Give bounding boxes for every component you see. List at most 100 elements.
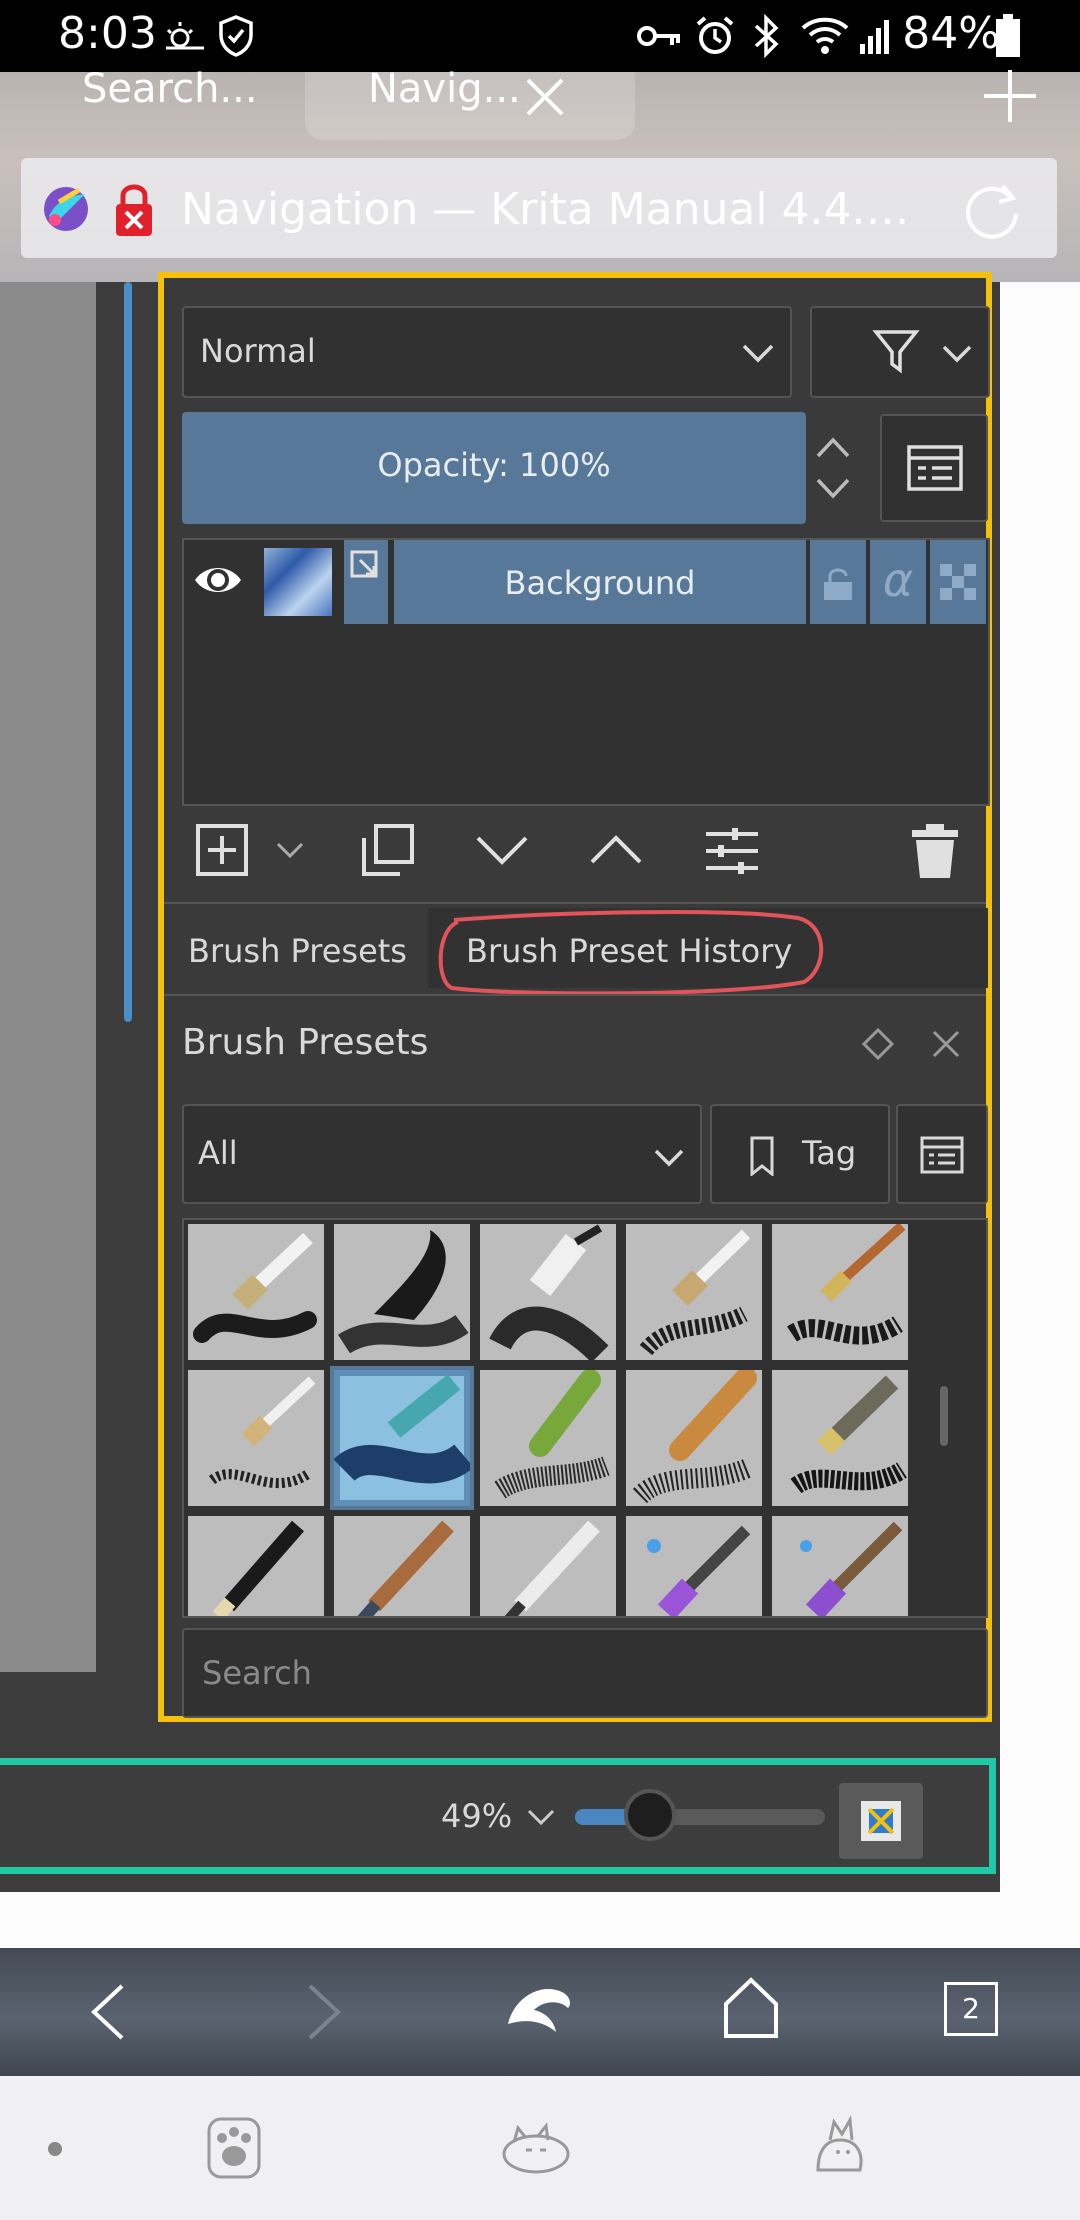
- reload-icon[interactable]: [959, 176, 1025, 246]
- chevron-down-icon[interactable]: [525, 1805, 557, 1835]
- brush-preset-thumb[interactable]: [480, 1370, 616, 1506]
- dolphin-menu-icon[interactable]: [504, 1978, 574, 2042]
- tag-filter-value: All: [198, 1134, 238, 1172]
- forward-icon[interactable]: [304, 1982, 344, 2046]
- tab-search[interactable]: Search...: [82, 66, 258, 112]
- brush-preset-thumb[interactable]: [188, 1370, 324, 1506]
- status-time: 8:03: [58, 8, 157, 59]
- add-layer-icon[interactable]: [194, 822, 250, 882]
- browser-tab-strip: Search... Navig... Navigation — Krita Ma…: [0, 66, 1080, 282]
- signal-icon: [858, 12, 894, 60]
- insecure-lock-icon[interactable]: [111, 180, 157, 242]
- opacity-label: Opacity: 100%: [377, 446, 611, 484]
- key-icon: [636, 12, 684, 60]
- lock-icon[interactable]: [810, 540, 866, 624]
- shield-icon: [216, 12, 256, 60]
- layer-link-icon: [344, 540, 388, 624]
- brush-presets-title: Brush Presets: [182, 1022, 429, 1063]
- paw-app-icon[interactable]: [206, 2116, 262, 2184]
- scroll-indicator: [124, 282, 132, 1022]
- canvas-only-button[interactable]: [839, 1783, 923, 1859]
- sleeping-cat-app-icon[interactable]: [500, 2116, 572, 2180]
- home-icon[interactable]: [722, 1976, 780, 2044]
- brush-preset-thumb[interactable]: [626, 1224, 762, 1360]
- alarm-icon: [694, 12, 736, 60]
- canvas-icon: [861, 1801, 901, 1841]
- float-docker-icon[interactable]: [858, 1024, 898, 1068]
- duplicate-layer-icon[interactable]: [360, 822, 416, 882]
- status-bar: 8:03 84%: [0, 0, 1080, 72]
- divider: [164, 994, 986, 996]
- layer-properties-button[interactable]: [880, 414, 988, 522]
- page-indicator-dot: [48, 2142, 62, 2156]
- opacity-slider[interactable]: Opacity: 100%: [182, 412, 806, 524]
- tab-count-button[interactable]: 2: [944, 1982, 998, 2036]
- chevron-down-icon: [652, 1142, 686, 1180]
- brush-preset-thumb[interactable]: [480, 1224, 616, 1360]
- layer-filter-button[interactable]: [810, 306, 990, 398]
- move-layer-down-icon[interactable]: [474, 830, 530, 874]
- visibility-eye-icon[interactable]: [192, 554, 244, 610]
- list-view-icon: [920, 1136, 964, 1178]
- close-tab-icon[interactable]: [520, 72, 570, 126]
- opacity-spin-icon[interactable]: [812, 426, 854, 514]
- layer-row-background[interactable]: Background α: [184, 540, 988, 624]
- brush-preset-thumb[interactable]: [626, 1370, 762, 1506]
- new-tab-icon[interactable]: [980, 66, 1040, 130]
- bookmark-icon: [748, 1136, 776, 1180]
- back-icon[interactable]: [88, 1982, 128, 2046]
- playful-cat-app-icon[interactable]: [808, 2112, 870, 2182]
- zoom-slider[interactable]: [575, 1789, 825, 1841]
- tab-navigation-label: Navig...: [368, 66, 521, 112]
- wifi-icon: [800, 12, 850, 60]
- red-annotation-ellipse: [438, 910, 824, 996]
- weather-icon: [162, 12, 208, 60]
- preset-view-options-button[interactable]: [896, 1104, 988, 1204]
- brush-preset-thumb[interactable]: [188, 1224, 324, 1360]
- page-title: Navigation — Krita Manual 4.4.0 ...: [181, 184, 921, 235]
- move-layer-up-icon[interactable]: [588, 830, 644, 874]
- chevron-down-icon: [940, 338, 974, 376]
- layers-and-presets-docker: Normal Opacity: 100% Background α Brush …: [158, 272, 992, 1722]
- brush-preset-thumb[interactable]: [188, 1516, 324, 1616]
- bluetooth-icon: [750, 12, 782, 60]
- battery-percent: 84%: [902, 8, 1000, 59]
- canvas-area: [0, 282, 96, 1672]
- status-bar-zoom: 49%: [0, 1758, 996, 1874]
- brush-preset-thumb-selected[interactable]: [330, 1366, 474, 1510]
- properties-list-icon: [906, 444, 964, 496]
- zoom-level[interactable]: 49%: [441, 1797, 512, 1835]
- chevron-down-icon[interactable]: [274, 838, 306, 866]
- brush-preset-thumb[interactable]: [772, 1516, 908, 1616]
- app-dock: [0, 2076, 1080, 2220]
- layer-name: Background: [504, 564, 696, 602]
- brush-preset-thumb[interactable]: [334, 1516, 470, 1616]
- brush-preset-thumb[interactable]: [334, 1224, 470, 1360]
- search-placeholder: Search: [202, 1654, 312, 1692]
- brush-preset-thumb[interactable]: [772, 1370, 908, 1506]
- tag-label: Tag: [802, 1134, 857, 1172]
- brush-preset-thumb[interactable]: [772, 1224, 908, 1360]
- divider: [164, 902, 986, 904]
- tab-brush-presets[interactable]: Brush Presets: [188, 932, 407, 970]
- delete-layer-trash-icon[interactable]: [910, 822, 960, 884]
- blend-mode-select[interactable]: Normal: [182, 306, 792, 398]
- layer-list: Background α: [182, 538, 990, 806]
- layer-thumbnail: [264, 548, 332, 616]
- brush-preset-grid: [182, 1218, 988, 1618]
- close-docker-icon[interactable]: [926, 1024, 966, 1068]
- alpha-lock-icon[interactable]: α: [870, 540, 926, 624]
- brush-preset-thumb[interactable]: [626, 1516, 762, 1616]
- preset-search-input[interactable]: Search: [182, 1628, 988, 1718]
- chevron-down-icon: [740, 338, 776, 376]
- preset-grid-scrollbar[interactable]: [940, 1386, 948, 1446]
- krita-screenshot: Normal Opacity: 100% Background α Brush …: [0, 272, 1000, 1892]
- address-bar[interactable]: Navigation — Krita Manual 4.4.0 ...: [21, 158, 1057, 258]
- layer-options-sliders-icon[interactable]: [704, 824, 760, 882]
- brush-preset-thumb[interactable]: [480, 1516, 616, 1616]
- inherit-alpha-icon[interactable]: [930, 540, 986, 624]
- layer-name-cell[interactable]: Background: [394, 540, 806, 624]
- tag-filter-select[interactable]: All: [182, 1104, 702, 1204]
- zoom-slider-handle[interactable]: [624, 1789, 676, 1841]
- tag-button[interactable]: Tag: [710, 1104, 890, 1204]
